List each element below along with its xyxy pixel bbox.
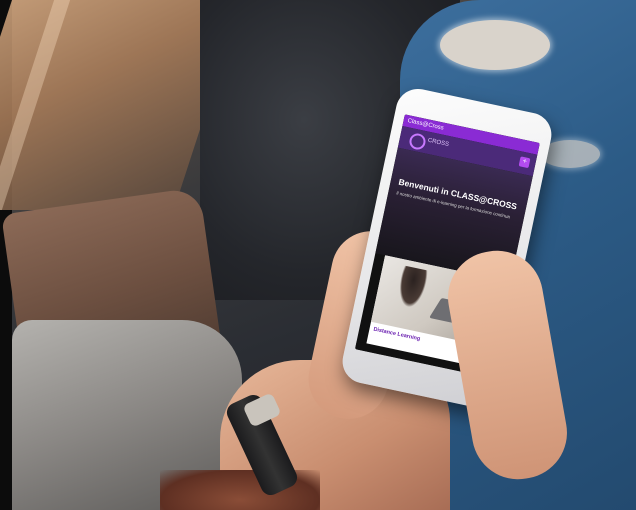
jeans-rip-top [440,20,550,70]
logo-text: CROSS [427,137,450,149]
person-figure [395,265,429,310]
photo-scene: Class@Cross CROSS + Benvenuti in CLASS@C… [0,0,636,510]
plus-icon[interactable]: + [518,156,531,169]
logo-icon [408,132,427,152]
